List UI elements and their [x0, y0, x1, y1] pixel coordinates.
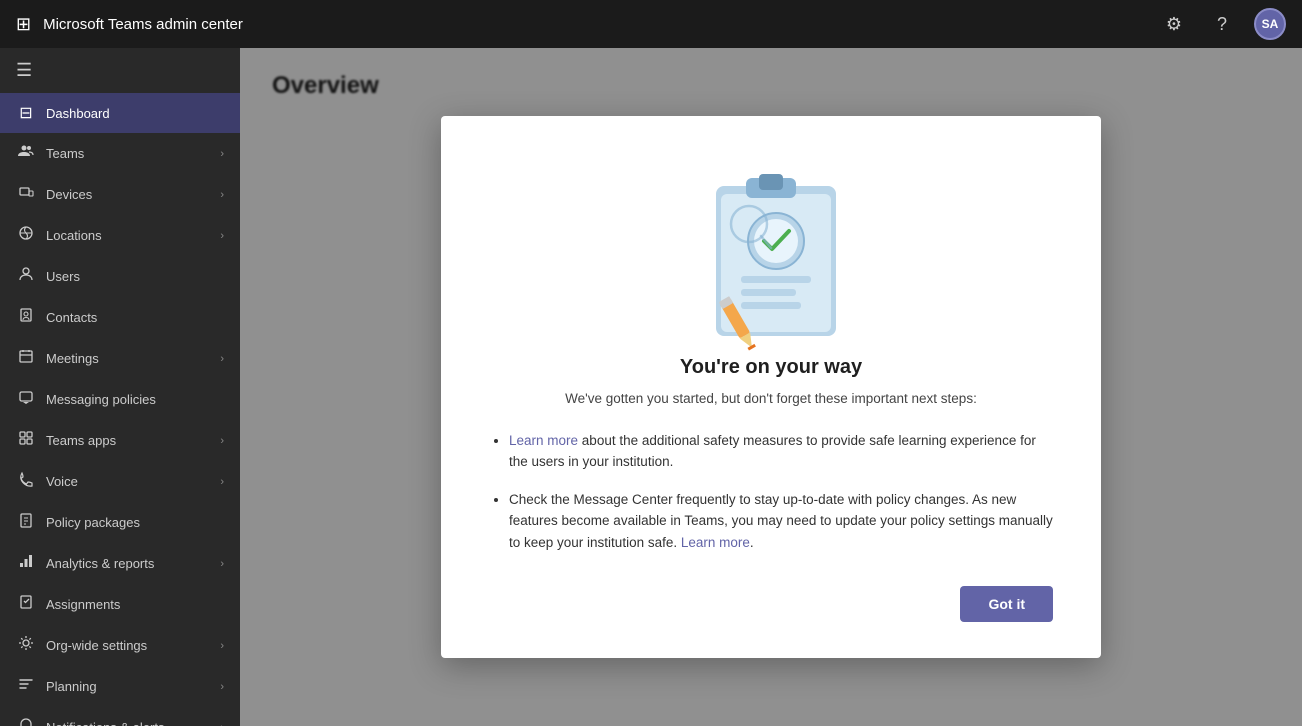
clipboard-illustration — [661, 156, 881, 356]
meetings-icon — [16, 348, 36, 369]
chevron-down-icon: › — [220, 640, 224, 652]
locations-icon — [16, 225, 36, 246]
main-layout: ☰ ⊟ Dashboard Teams › Devices › L — [0, 48, 1302, 726]
modal-bullet-2: Check the Message Center frequently to s… — [509, 489, 1053, 554]
assignments-icon — [16, 594, 36, 615]
chevron-down-icon: › — [220, 353, 224, 365]
sidebar-item-teams[interactable]: Teams › — [0, 133, 240, 174]
learn-more-link-1[interactable]: Learn more — [509, 433, 578, 448]
teams-icon — [16, 143, 36, 164]
sidebar-item-label: Policy packages — [46, 515, 224, 530]
sidebar-item-analytics[interactable]: Analytics & reports › — [0, 543, 240, 584]
sidebar-item-label: Dashboard — [46, 106, 224, 121]
policy-icon — [16, 512, 36, 533]
sidebar-item-teams-apps[interactable]: Teams apps › — [0, 420, 240, 461]
notifications-icon — [16, 717, 36, 726]
sidebar-item-locations[interactable]: Locations › — [0, 215, 240, 256]
messaging-icon — [16, 389, 36, 410]
modal-subtitle: We've gotten you started, but don't forg… — [565, 389, 977, 409]
content-area: Overview — [240, 48, 1302, 726]
teams-apps-icon — [16, 430, 36, 451]
modal-title: You're on your way — [680, 356, 862, 379]
sidebar-item-label: Org-wide settings — [46, 638, 210, 653]
chevron-down-icon: › — [220, 681, 224, 693]
org-wide-icon — [16, 635, 36, 656]
sidebar-item-label: Devices — [46, 187, 210, 202]
sidebar-item-assignments[interactable]: Assignments — [0, 584, 240, 625]
contacts-icon — [16, 307, 36, 328]
help-icon[interactable]: ? — [1206, 8, 1238, 40]
analytics-icon — [16, 553, 36, 574]
sidebar-item-dashboard[interactable]: ⊟ Dashboard — [0, 93, 240, 133]
sidebar-item-label: Teams apps — [46, 433, 210, 448]
sidebar-item-label: Assignments — [46, 597, 224, 612]
modal-body: Learn more about the additional safety m… — [489, 430, 1053, 554]
planning-icon — [16, 676, 36, 697]
sidebar-item-planning[interactable]: Planning › — [0, 666, 240, 707]
bullet-2-text-end: . — [750, 535, 754, 550]
settings-icon[interactable]: ⚙ — [1158, 8, 1190, 40]
sidebar-item-label: Locations — [46, 228, 210, 243]
sidebar-item-label: Planning — [46, 679, 210, 694]
sidebar-item-policy-packages[interactable]: Policy packages — [0, 502, 240, 543]
got-it-button[interactable]: Got it — [960, 586, 1053, 622]
modal-footer: Got it — [489, 586, 1053, 622]
devices-icon — [16, 184, 36, 205]
sidebar-item-messaging-policies[interactable]: Messaging policies — [0, 379, 240, 420]
sidebar-item-label: Teams — [46, 146, 210, 161]
sidebar-item-meetings[interactable]: Meetings › — [0, 338, 240, 379]
voice-icon — [16, 471, 36, 492]
sidebar-item-label: Meetings — [46, 351, 210, 366]
sidebar-item-label: Voice — [46, 474, 210, 489]
sidebar: ☰ ⊟ Dashboard Teams › Devices › L — [0, 48, 240, 726]
onboarding-modal: You're on your way We've gotten you star… — [441, 116, 1101, 657]
bullet-2-text-pre: Check the Message Center frequently to s… — [509, 492, 1053, 550]
modal-backdrop: You're on your way We've gotten you star… — [240, 48, 1302, 726]
sidebar-item-label: Users — [46, 269, 224, 284]
sidebar-item-label: Messaging policies — [46, 392, 224, 407]
sidebar-item-devices[interactable]: Devices › — [0, 174, 240, 215]
users-icon — [16, 266, 36, 287]
bullet-1-text: about the additional safety measures to … — [509, 433, 1036, 470]
topbar: ⊞ Microsoft Teams admin center ⚙ ? SA — [0, 0, 1302, 48]
chevron-down-icon: › — [220, 476, 224, 488]
chevron-down-icon: › — [220, 435, 224, 447]
sidebar-item-users[interactable]: Users — [0, 256, 240, 297]
sidebar-item-voice[interactable]: Voice › — [0, 461, 240, 502]
sidebar-item-org-wide[interactable]: Org-wide settings › — [0, 625, 240, 666]
topbar-actions: ⚙ ? SA — [1158, 8, 1286, 40]
chevron-down-icon: › — [220, 189, 224, 201]
chevron-down-icon: › — [220, 722, 224, 726]
sidebar-item-label: Contacts — [46, 310, 224, 325]
app-title: Microsoft Teams admin center — [43, 16, 1146, 33]
sidebar-item-label: Analytics & reports — [46, 556, 210, 571]
sidebar-item-label: Notifications & alerts — [46, 720, 210, 726]
grid-icon[interactable]: ⊞ — [16, 14, 31, 35]
hamburger-button[interactable]: ☰ — [0, 48, 240, 93]
chevron-down-icon: › — [220, 148, 224, 160]
chevron-down-icon: › — [220, 230, 224, 242]
sidebar-item-notifications[interactable]: Notifications & alerts › — [0, 707, 240, 726]
avatar[interactable]: SA — [1254, 8, 1286, 40]
sidebar-item-contacts[interactable]: Contacts — [0, 297, 240, 338]
dashboard-icon: ⊟ — [16, 103, 36, 123]
chevron-down-icon: › — [220, 558, 224, 570]
modal-bullet-1: Learn more about the additional safety m… — [509, 430, 1053, 473]
learn-more-link-2[interactable]: Learn more — [681, 535, 750, 550]
